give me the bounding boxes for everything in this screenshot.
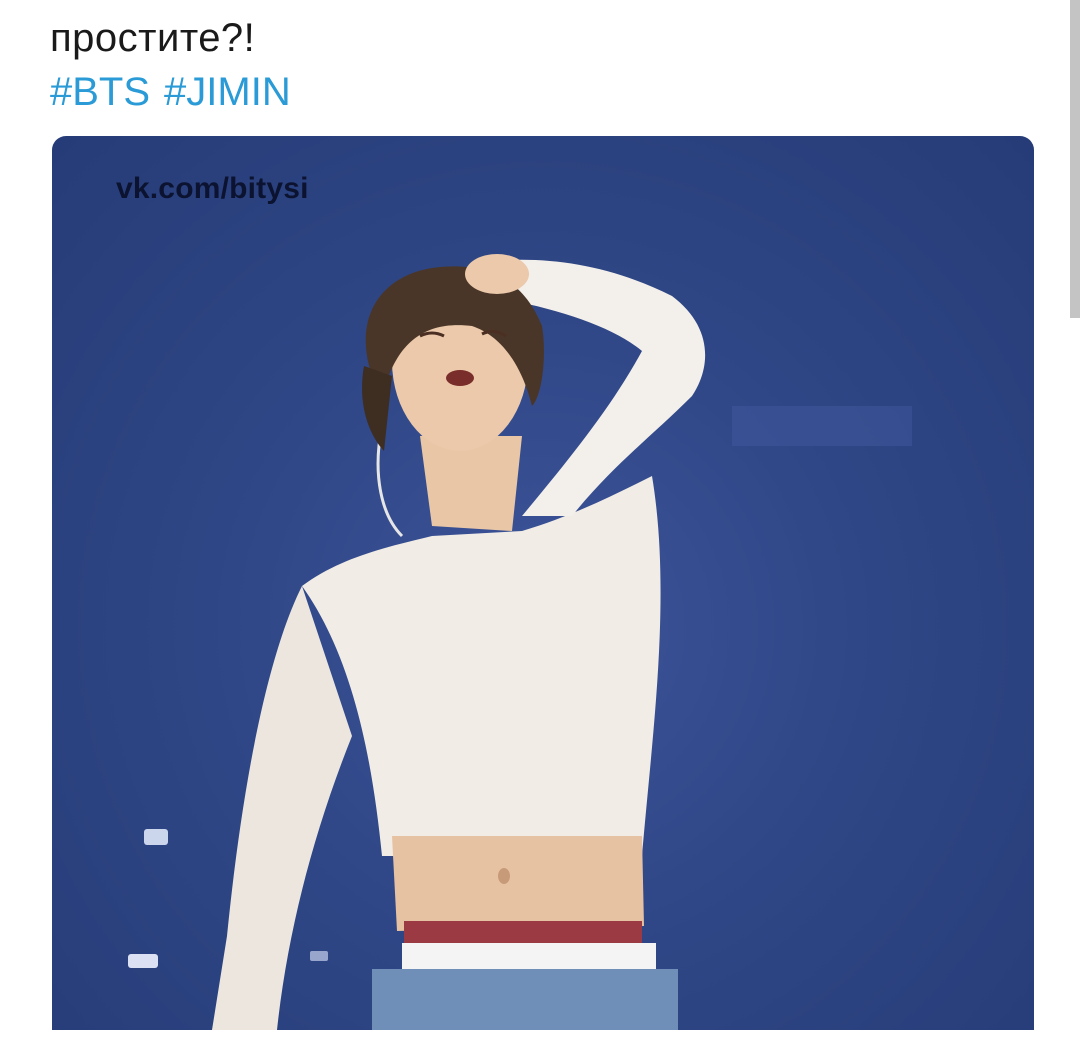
watermark: vk.com/bitysi (116, 172, 309, 205)
post-text: простите?! (50, 16, 256, 60)
stage-light (144, 829, 168, 845)
photo-illustration (128, 254, 912, 1030)
hashtag-jimin[interactable]: #JIMIN (164, 70, 291, 114)
abdomen (392, 836, 644, 931)
mouth (446, 370, 474, 386)
stage-light (310, 951, 328, 961)
hair-side (362, 366, 392, 451)
belt (402, 943, 656, 969)
post-image[interactable]: vk.com/bitysi (52, 136, 1034, 1030)
waistband (404, 921, 642, 943)
stage-light (128, 954, 158, 968)
hashtag-bts[interactable]: #BTS (50, 70, 150, 114)
neck (420, 436, 522, 531)
left-sleeve (212, 586, 352, 1030)
background-screen (732, 406, 912, 446)
navel (498, 868, 510, 884)
jeans (372, 969, 678, 1030)
shirt-body (302, 476, 661, 856)
hashtag-row: #BTS #JIMIN (50, 68, 305, 116)
hand (465, 254, 529, 294)
scrollbar[interactable] (1070, 0, 1080, 318)
